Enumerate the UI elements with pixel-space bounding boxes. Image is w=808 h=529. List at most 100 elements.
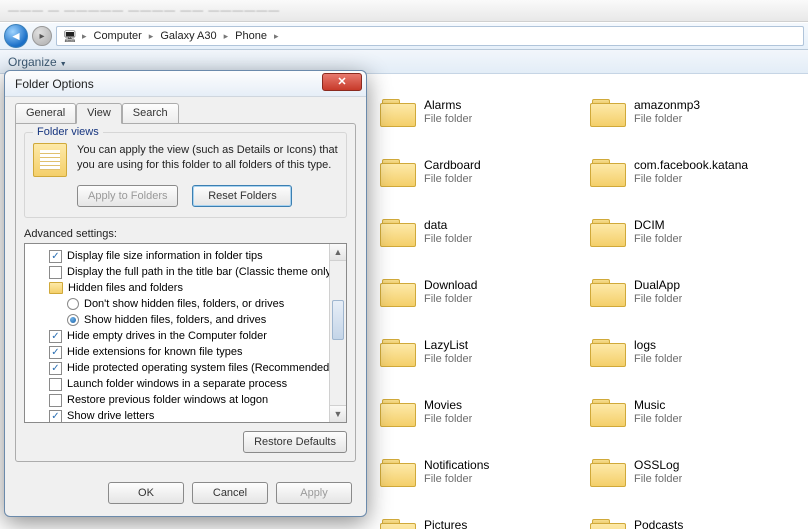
tree-item-label: Hide extensions for known file types: [67, 346, 242, 358]
tree-item[interactable]: Don't show hidden files, folders, or dri…: [67, 296, 344, 312]
chevron-right-icon: ▸: [146, 31, 157, 42]
apply-button[interactable]: Apply: [276, 482, 352, 504]
tree-item-label: Show hidden files, folders, and drives: [84, 314, 266, 326]
scrollbar[interactable]: ▲ ▼: [329, 244, 346, 422]
scroll-thumb[interactable]: [332, 300, 344, 340]
folder-icon: [380, 397, 416, 427]
breadcrumb-item[interactable]: Phone: [233, 30, 269, 42]
reset-folders-button[interactable]: Reset Folders: [192, 185, 292, 207]
nav-forward-button[interactable]: ▸: [32, 26, 52, 46]
folder-name: data: [424, 218, 472, 233]
folder-item[interactable]: NotificationsFile folder: [380, 454, 580, 490]
tree-item-label: Hide empty drives in the Computer folder: [67, 330, 267, 342]
folder-icon: [590, 337, 626, 367]
organize-menu[interactable]: Organize▼: [8, 55, 67, 69]
tree-item[interactable]: ✓Hide protected operating system files (…: [49, 360, 344, 376]
checkbox-icon[interactable]: ✓: [49, 250, 62, 263]
breadcrumb-item[interactable]: Galaxy A30: [158, 30, 218, 42]
folder-options-dialog: Folder Options ✕ General View Search Fol…: [4, 70, 367, 517]
folder-icon: [380, 157, 416, 187]
close-button[interactable]: ✕: [322, 73, 362, 91]
folder-icon: [590, 277, 626, 307]
radio-icon[interactable]: [67, 314, 79, 326]
folder-name: DualApp: [634, 278, 682, 293]
checkbox-icon[interactable]: ✓: [49, 410, 62, 423]
tree-item-label: Display file size information in folder …: [67, 250, 263, 262]
folder-item[interactable]: AlarmsFile folder: [380, 94, 580, 130]
tree-item[interactable]: ✓ Display file size information in folder…: [49, 248, 344, 264]
tree-item[interactable]: ✓ Hide empty drives in the Computer folde…: [49, 328, 344, 344]
radio-icon[interactable]: [67, 298, 79, 310]
folder-item[interactable]: MusicFile folder: [590, 394, 790, 430]
tree-item-label: Display the full path in the title bar (…: [67, 266, 335, 278]
tree-item[interactable]: Restore previous folder windows at logon: [49, 392, 344, 408]
folder-icon: [380, 337, 416, 367]
ok-button[interactable]: OK: [108, 482, 184, 504]
scroll-up-icon[interactable]: ▲: [330, 244, 346, 261]
folder-icon: [590, 397, 626, 427]
checkbox-icon[interactable]: [49, 378, 62, 391]
dialog-button-row: OK Cancel Apply: [5, 472, 366, 516]
checkbox-icon[interactable]: [49, 394, 62, 407]
tree-item[interactable]: Show hidden files, folders, and drives: [67, 312, 344, 328]
breadcrumb[interactable]: 🖥 ▸ Computer ▸ Galaxy A30 ▸ Phone ▸: [56, 26, 804, 46]
folder-item[interactable]: dataFile folder: [380, 214, 580, 250]
folder-icon: [380, 217, 416, 247]
folder-type: File folder: [424, 413, 472, 427]
address-bar: ◄ ▸ 🖥 ▸ Computer ▸ Galaxy A30 ▸ Phone ▸: [0, 22, 808, 50]
folder-item[interactable]: MoviesFile folder: [380, 394, 580, 430]
folder-type: File folder: [424, 293, 477, 307]
tab-strip: General View Search: [15, 103, 356, 124]
cancel-button[interactable]: Cancel: [192, 482, 268, 504]
folder-type: File folder: [634, 353, 682, 367]
folder-item[interactable]: OSSLogFile folder: [590, 454, 790, 490]
folder-item[interactable]: DualAppFile folder: [590, 274, 790, 310]
folder-item[interactable]: DCIMFile folder: [590, 214, 790, 250]
folder-item[interactable]: DownloadFile folder: [380, 274, 580, 310]
nav-back-button[interactable]: ◄: [4, 24, 28, 48]
tree-item[interactable]: ✓ Hide extensions for known file types: [49, 344, 344, 360]
folder-icon: [590, 457, 626, 487]
folder-type: File folder: [424, 113, 472, 127]
folder-item[interactable]: PodcastsFile folder: [590, 514, 790, 529]
folder-type: File folder: [424, 473, 489, 487]
checkbox-icon[interactable]: ✓: [49, 330, 62, 343]
restore-defaults-button[interactable]: Restore Defaults: [243, 431, 347, 453]
folder-item[interactable]: CardboardFile folder: [380, 154, 580, 190]
tree-item[interactable]: Display the full path in the title bar (…: [49, 264, 344, 280]
tree-item-label: Show drive letters: [67, 410, 154, 422]
dialog-titlebar[interactable]: Folder Options ✕: [5, 71, 366, 97]
folder-name: amazonmp3: [634, 98, 700, 113]
folder-item[interactable]: LazyListFile folder: [380, 334, 580, 370]
tab-general[interactable]: General: [15, 103, 76, 124]
folder-views-legend: Folder views: [33, 126, 103, 138]
folder-item[interactable]: logsFile folder: [590, 334, 790, 370]
tree-item-label: Restore previous folder windows at logon: [67, 394, 268, 406]
tab-view[interactable]: View: [76, 103, 122, 124]
breadcrumb-item[interactable]: Computer: [92, 30, 144, 42]
folder-item[interactable]: amazonmp3File folder: [590, 94, 790, 130]
apply-to-folders-button[interactable]: Apply to Folders: [77, 185, 178, 207]
folder-name: Pictures: [424, 518, 472, 529]
folder-icon: [590, 97, 626, 127]
computer-icon: 🖥: [63, 30, 77, 43]
folder-name: Movies: [424, 398, 472, 413]
scroll-down-icon[interactable]: ▼: [330, 405, 346, 422]
folder-type: File folder: [424, 233, 472, 247]
tree-item[interactable]: Launch folder windows in a separate proc…: [49, 376, 344, 392]
folder-icon: [380, 97, 416, 127]
tab-search[interactable]: Search: [122, 103, 179, 124]
folder-icon: [380, 277, 416, 307]
checkbox-icon[interactable]: [49, 266, 62, 279]
folder-name: logs: [634, 338, 682, 353]
folder-type: File folder: [424, 173, 481, 187]
folder-item[interactable]: PicturesFile folder: [380, 514, 580, 529]
tree-item[interactable]: Hidden files and folders: [49, 280, 344, 296]
checkbox-icon[interactable]: ✓: [49, 362, 62, 375]
tree-item[interactable]: ✓ Show drive letters: [49, 408, 344, 423]
checkbox-icon[interactable]: ✓: [49, 346, 62, 359]
folder-item[interactable]: com.facebook.katanaFile folder: [590, 154, 790, 190]
advanced-settings-tree[interactable]: ✓ Display file size information in folder…: [24, 243, 347, 423]
toolbar-blur: ——— — ————— ———— —— ——————: [8, 5, 280, 17]
folder-type: File folder: [634, 233, 682, 247]
